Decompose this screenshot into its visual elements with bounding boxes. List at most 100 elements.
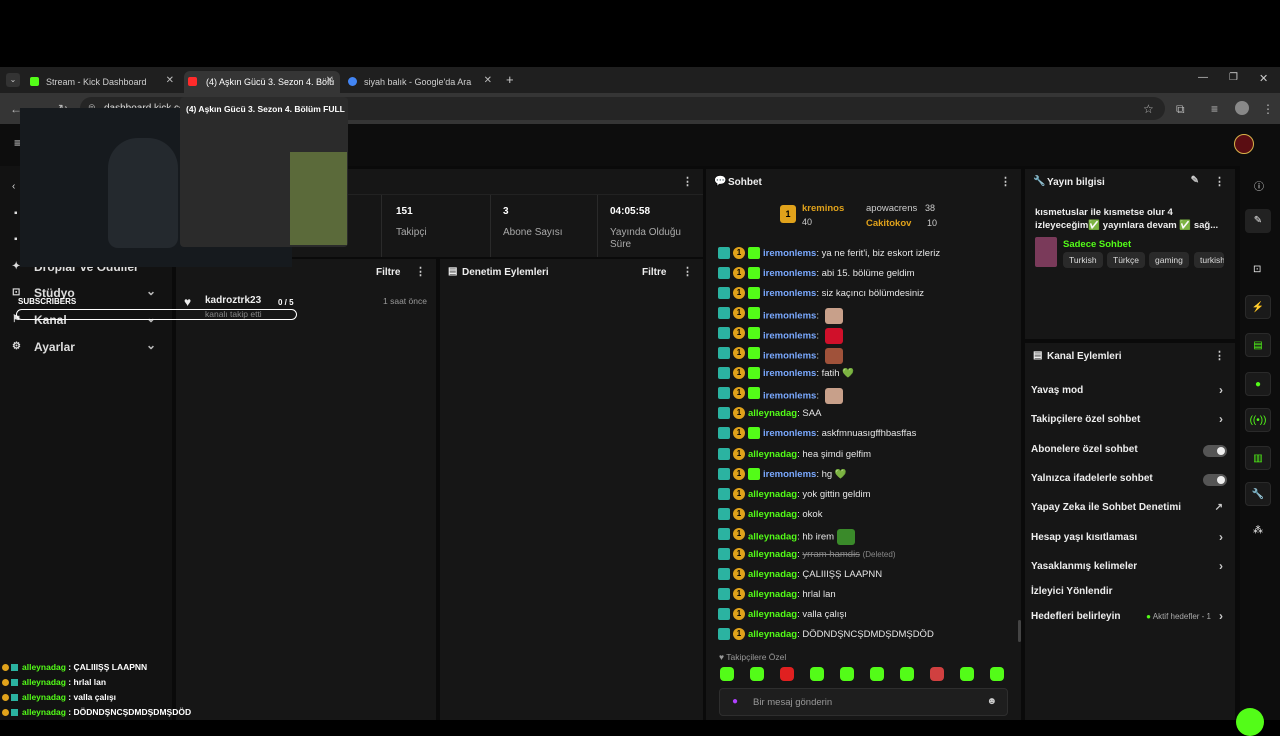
new-tab-button[interactable]: + [506,72,514,87]
chat-message[interactable]: 1 iremonlems: [718,345,1018,365]
chat-username[interactable]: iremonlems [763,288,816,299]
extensions-icon[interactable]: ⧉ [1176,102,1185,117]
close-icon[interactable]: ✕ [326,75,334,86]
wrench-tool-button[interactable]: 🔧 [1245,482,1271,506]
chat-message[interactable]: 1 alleynadag: okok [718,506,1018,524]
chat-message[interactable]: 1 iremonlems: [718,385,1018,405]
stream-tag[interactable]: gaming [1149,252,1189,268]
profile-avatar[interactable] [1235,101,1249,115]
chat-username[interactable]: alleynadag [748,589,797,600]
chat-username[interactable]: alleynadag [748,531,797,542]
chat-message[interactable]: 1 iremonlems: ya ne ferit'i, biz eskort i… [718,245,1018,263]
chat-username[interactable]: alleynadag [748,408,797,419]
tab-kick-dashboard[interactable]: Stream - Kick Dashboard ✕ [26,71,180,93]
help-button[interactable] [1236,708,1264,736]
stream-tag[interactable]: Türkçe [1107,252,1145,268]
chat-username[interactable]: iremonlems [763,248,816,259]
chat-message[interactable]: 1 alleynadag: yrram hamdis (Deleted) [718,546,1018,564]
tab-google-search[interactable]: siyah balık - Google'da Ara ✕ [344,71,498,93]
emote-icon[interactable] [810,667,824,681]
toggle-switch[interactable] [1203,445,1227,457]
more-options-icon[interactable]: ⋮ [415,265,426,278]
tab-search-button[interactable]: ⌄ [6,73,20,87]
chat-username[interactable]: alleynadag [748,449,797,460]
tab-youtube[interactable]: (4) Aşkın Gücü 3. Sezon 4. Bölü ✕ [184,71,340,93]
chat-message[interactable]: 1 iremonlems: [718,305,1018,325]
channel-action-item[interactable]: İzleyici Yönlendir [1031,586,1227,602]
chat-tool-button[interactable]: ● [1245,372,1271,396]
chat-message[interactable]: 1 alleynadag: valla çalışı [718,606,1018,624]
close-window-icon[interactable]: ✕ [1259,72,1268,85]
stream-category[interactable]: Sadece Sohbet [1063,239,1131,250]
chat-scrollbar[interactable] [1018,620,1021,642]
chat-message[interactable]: 1 alleynadag: yok gittin geldim [718,486,1018,504]
more-options-icon[interactable]: ⋮ [682,265,693,278]
sidebar-item-settings[interactable]: ⚙ Ayarlar ⌄ [12,338,162,358]
chat-username[interactable]: iremonlems [763,331,816,342]
chat-username[interactable]: alleynadag [748,609,797,620]
microphone-icon[interactable]: ● [732,696,738,707]
home-icon[interactable]: ▪ [14,208,18,219]
scan-icon[interactable]: ⊡ [1253,264,1261,275]
stream-icon[interactable]: ▪ [14,234,18,245]
chat-message[interactable]: 1 alleynadag: DÖDNDŞNCŞDMDŞDMŞDÖD [718,626,1018,644]
channel-action-item[interactable]: Yapay Zeka ile Sohbet Denetimi ↗ [1031,502,1227,518]
restore-icon[interactable]: ❐ [1229,72,1238,83]
stream-tag[interactable]: Turkish [1063,252,1103,268]
chat-username[interactable]: iremonlems [763,469,816,480]
channel-action-item[interactable]: Abonelere özel sohbet [1031,444,1227,460]
chat-message[interactable]: 1 iremonlems: hg 💚 [718,466,1018,484]
channel-action-item[interactable]: Yalnızca ifadelerle sohbet [1031,473,1227,489]
quick-actions-button[interactable]: ⚡ [1245,295,1271,319]
edit-tool-button[interactable]: ✎ [1245,209,1271,233]
chat-message[interactable]: 1 iremonlems: siz kaçıncı bölümdesiniz [718,285,1018,303]
chat-username[interactable]: alleynadag [748,629,797,640]
emote-icon[interactable] [900,667,914,681]
moderation-filter-button[interactable]: Filtre [642,267,666,278]
emote-icon[interactable] [960,667,974,681]
user-avatar[interactable] [1234,134,1254,154]
emote-icon[interactable] [990,667,1004,681]
chat-username[interactable]: iremonlems [763,311,816,322]
chat-username[interactable]: alleynadag [748,549,797,560]
emote-icon[interactable] [870,667,884,681]
media-control-icon[interactable]: ≡ [1211,102,1218,116]
chat-username[interactable]: iremonlems [763,268,816,279]
chat-message[interactable]: 1 iremonlems: fatih 💚 [718,365,1018,383]
more-options-icon[interactable]: ⋮ [682,175,693,188]
channel-action-item[interactable]: Yasaklanmış kelimeler › [1031,559,1227,577]
channel-action-item[interactable]: Yavaş mod › [1031,383,1227,401]
chat-username[interactable]: iremonlems [763,428,816,439]
emote-icon[interactable] [780,667,794,681]
chat-message[interactable]: 1 iremonlems: askfmnuasıgffhbasffas [718,425,1018,443]
chat-username[interactable]: alleynadag [748,509,797,520]
chat-username[interactable]: iremonlems [763,391,816,402]
channel-action-item[interactable]: Hedefleri belirleyin › ● Aktif hedefler - … [1031,609,1227,627]
layout-button[interactable]: ▥ [1245,446,1271,470]
emote-icon[interactable] [930,667,944,681]
apps-icon[interactable]: ⁂ [1253,525,1263,536]
chat-message[interactable]: 1 iremonlems: abi 15. bölüme geldim [718,265,1018,283]
emote-icon[interactable] [720,667,734,681]
stream-tag[interactable]: turkish [1194,252,1224,268]
info-icon[interactable]: ⓘ [1254,178,1264,193]
chat-message[interactable]: 1 alleynadag: hb irem [718,526,1018,545]
chat-message[interactable]: 1 alleynadag: SAA [718,405,1018,423]
close-icon[interactable]: ✕ [484,75,492,86]
emoji-icon[interactable]: ☻ [986,696,997,707]
chat-message[interactable]: 1 alleynadag: hea şimdi gelfim [718,446,1018,464]
emote-icon[interactable] [840,667,854,681]
chat-message[interactable]: 1 alleynadag: hrlal lan [718,586,1018,604]
collapse-icon[interactable]: ‹ [12,181,15,192]
more-options-icon[interactable]: ⋮ [1214,349,1225,362]
chat-username[interactable]: alleynadag [748,569,797,580]
minimize-icon[interactable]: — [1198,72,1208,83]
edit-icon[interactable]: ✎ [1191,175,1199,186]
toggle-switch[interactable] [1203,474,1227,486]
notes-button[interactable]: ▤ [1245,333,1271,357]
channel-action-item[interactable]: Takipçilere özel sohbet › [1031,412,1227,430]
broadcast-button[interactable]: ((•)) [1245,408,1271,432]
chat-message[interactable]: 1 alleynadag: ÇALIIIŞŞ LAAPNN [718,566,1018,584]
browser-menu-icon[interactable]: ⋮ [1262,102,1274,116]
chat-username[interactable]: iremonlems [763,351,816,362]
